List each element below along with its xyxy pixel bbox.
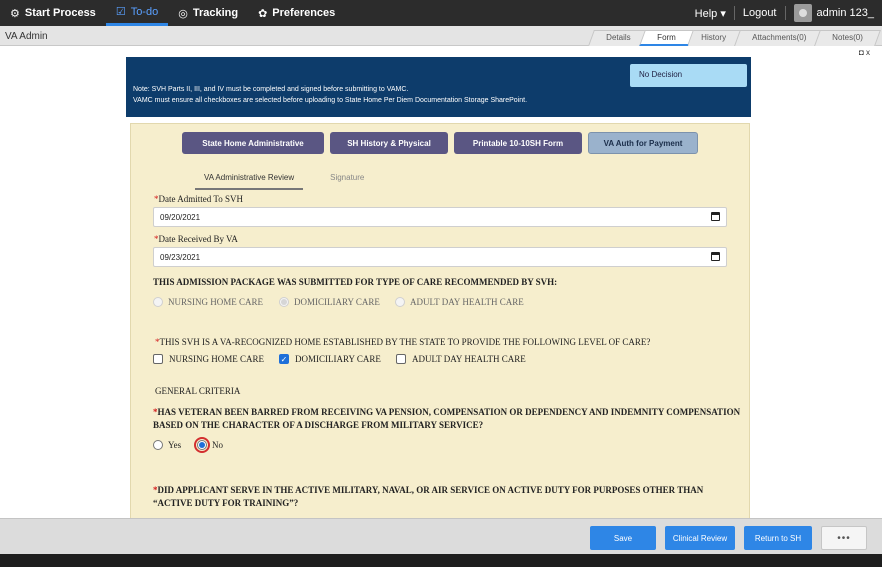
submission-note: Note: SVH Parts II, III, and IV must be … [126, 57, 751, 117]
calendar-icon[interactable] [711, 252, 720, 261]
general-criteria-heading: GENERAL CRITERIA [155, 386, 241, 396]
radio-button[interactable] [194, 437, 210, 453]
option-label: NURSING HOME CARE [169, 354, 265, 364]
tab-notes[interactable]: Notes(0) [814, 30, 881, 46]
care-type-option[interactable]: NURSING HOME CARE [153, 297, 263, 307]
tab-attachments[interactable]: Attachments(0) [734, 30, 825, 46]
tab-printable-form[interactable]: Printable 10-10SH Form [454, 132, 582, 154]
barred-question: *HAS VETERAN BEEN BARRED FROM RECEIVING … [153, 406, 743, 432]
radio-button[interactable] [153, 297, 163, 307]
recognized-option[interactable]: ✓ DOMICILIARY CARE [279, 354, 381, 364]
tab-sh-history-physical[interactable]: SH History & Physical [330, 132, 448, 154]
date-received-input[interactable]: 09/23/2021 [153, 247, 727, 267]
save-button[interactable]: Save [590, 526, 656, 550]
user-menu[interactable]: admin 123_ [786, 4, 882, 22]
more-options-button[interactable]: ••• [821, 526, 867, 550]
todo-nav[interactable]: ☑ To-do [105, 0, 169, 26]
recognized-question: *THIS SVH IS A VA-RECOGNIZED HOME ESTABL… [155, 337, 650, 347]
note-line-1: Note: SVH Parts II, III, and IV must be … [133, 86, 409, 93]
option-label: ADULT DAY HEALTH CARE [412, 354, 526, 364]
logout-link[interactable]: Logout [735, 7, 785, 19]
help-menu[interactable]: Help ▾ [687, 7, 734, 20]
barred-question-text: HAS VETERAN BEEN BARRED FROM RECEIVING V… [153, 407, 741, 430]
radio-button[interactable] [153, 440, 163, 450]
avatar-icon [793, 4, 812, 22]
note-line-2: VAMC must ensure all checkboxes are sele… [133, 97, 528, 104]
preferences-nav[interactable]: ✿ Preferences [248, 0, 345, 26]
checkbox[interactable] [153, 354, 163, 364]
date-received-value: 09/23/2021 [160, 253, 201, 262]
radio-button[interactable] [395, 297, 405, 307]
start-process-label: Start Process [24, 7, 96, 19]
todo-label: To-do [130, 5, 159, 18]
return-to-sh-button[interactable]: Return to SH [744, 526, 812, 550]
barred-option-yes[interactable]: Yes [153, 440, 181, 450]
tab-label: Form [656, 33, 676, 42]
option-label: No [212, 440, 223, 450]
top-nav-bar: ⚙ Start Process ☑ To-do ◎ Tracking ✿ Pre… [0, 0, 882, 26]
date-admitted-label-text: Date Admitted To SVH [158, 194, 243, 204]
tracking-icon: ◎ [178, 7, 188, 20]
tab-label: History [701, 33, 727, 42]
date-admitted-input[interactable]: 09/20/2021 [153, 207, 727, 227]
settings-icon: ⚙ [10, 7, 20, 20]
care-type-option[interactable]: DOMICILIARY CARE [279, 297, 380, 307]
user-menu-area: Help ▾ Logout admin 123_ [687, 0, 882, 26]
tab-label: Notes(0) [832, 33, 864, 42]
recognized-question-text: THIS SVH IS A VA-RECOGNIZED HOME ESTABLI… [159, 337, 651, 347]
tracking-label: Tracking [192, 7, 239, 19]
active-service-question-text: DID APPLICANT SERVE IN THE ACTIVE MILITA… [153, 485, 704, 508]
date-admitted-label: *Date Admitted To SVH [154, 194, 243, 204]
start-process-nav[interactable]: ⚙ Start Process [0, 0, 106, 26]
close-icon[interactable]: ◘ x [859, 48, 870, 57]
tab-label: Details [606, 33, 631, 42]
tab-va-auth-for-payment[interactable]: VA Auth for Payment [588, 132, 698, 154]
option-label: ADULT DAY HEALTH CARE [410, 297, 524, 307]
date-received-label-text: Date Received By VA [158, 234, 238, 244]
subtab-signature[interactable]: Signature [321, 168, 373, 190]
sub-header-bar: VA Admin Details Form History Attachment… [0, 26, 882, 46]
record-tabs: Details Form History Attachments(0) Note… [588, 30, 881, 46]
action-bar: Save Clinical Review Return to SH ••• [0, 518, 882, 554]
gear-icon: ✿ [258, 7, 268, 20]
checkbox[interactable]: ✓ [279, 354, 289, 364]
checkbox-icon: ☑ [115, 6, 126, 18]
care-type-question: THIS ADMISSION PACKAGE WAS SUBMITTED FOR… [153, 277, 558, 287]
footer-bar [0, 554, 882, 567]
checkbox[interactable] [396, 354, 406, 364]
radio-button[interactable] [279, 297, 289, 307]
barred-option-no[interactable]: No [194, 437, 223, 453]
user-name: admin 123_ [816, 7, 875, 19]
preferences-label: Preferences [272, 7, 336, 19]
tab-state-home-administrative[interactable]: State Home Administrative [182, 132, 324, 154]
main-content: ◘ x Note: SVH Parts II, III, and IV must… [0, 46, 882, 518]
recognized-option[interactable]: ADULT DAY HEALTH CARE [396, 354, 526, 364]
form-panel: State Home Administrative SH History & P… [130, 123, 750, 518]
calendar-icon[interactable] [711, 212, 720, 221]
care-type-option[interactable]: ADULT DAY HEALTH CARE [395, 297, 524, 307]
sub-tabs: VA Administrative Review Signature [195, 168, 373, 190]
tab-label: Attachments(0) [752, 33, 807, 42]
option-label: DOMICILIARY CARE [294, 297, 380, 307]
section-tabs: State Home Administrative SH History & P… [182, 132, 704, 154]
decision-status: No Decision [630, 64, 747, 87]
clinical-review-button[interactable]: Clinical Review [665, 526, 735, 550]
option-label: DOMICILIARY CARE [295, 354, 381, 364]
tracking-nav[interactable]: ◎ Tracking [168, 0, 248, 26]
active-service-question: *DID APPLICANT SERVE IN THE ACTIVE MILIT… [153, 484, 743, 510]
page-title: VA Admin [5, 31, 48, 42]
option-label: Yes [168, 440, 182, 450]
date-admitted-value: 09/20/2021 [160, 213, 201, 222]
tab-form[interactable]: Form [638, 30, 694, 46]
subtab-va-administrative-review[interactable]: VA Administrative Review [195, 168, 304, 190]
date-received-label: *Date Received By VA [154, 234, 238, 244]
option-label: NURSING HOME CARE [168, 297, 264, 307]
recognized-option[interactable]: NURSING HOME CARE [153, 354, 264, 364]
